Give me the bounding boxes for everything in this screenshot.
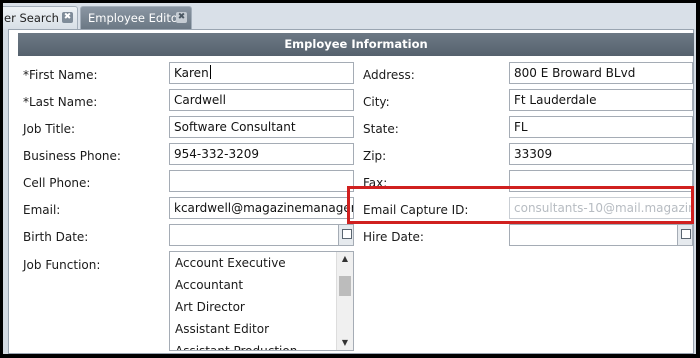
job-function-label: Job Function: <box>23 258 101 272</box>
tab-employee-search[interactable]: er Search ✖ <box>3 6 78 29</box>
state-label: State: <box>363 122 399 136</box>
first-name-input[interactable]: Karen <box>169 62 354 84</box>
job-title-input[interactable]: Software Consultant <box>169 116 354 138</box>
hire-date-input[interactable] <box>509 224 693 246</box>
business-phone-input[interactable]: 954-332-3209 <box>169 143 354 165</box>
list-item[interactable]: Assistant Editor <box>170 318 353 340</box>
tab-bar: er Search ✖ Employee Editor ✖ <box>3 3 696 29</box>
last-name-input[interactable]: Cardwell <box>169 89 354 111</box>
scroll-thumb[interactable] <box>339 276 351 296</box>
close-icon[interactable]: ✖ <box>176 12 187 23</box>
app-frame: er Search ✖ Employee Editor ✖ Employee I… <box>3 3 696 354</box>
tab-label: er Search <box>4 11 59 25</box>
cell-phone-input[interactable] <box>169 170 354 192</box>
birth-date-label: Birth Date: <box>23 230 89 244</box>
section-header: Employee Information <box>18 33 694 56</box>
address-label: Address: <box>363 68 415 82</box>
highlight-box <box>347 186 694 224</box>
close-icon[interactable]: ✖ <box>62 12 73 23</box>
address-input[interactable]: 800 E Broward BLvd <box>509 62 693 84</box>
zip-input[interactable]: 33309 <box>509 143 693 165</box>
email-input[interactable]: kcardwell@magazinemanager.com <box>169 197 354 219</box>
tab-label: Employee Editor <box>88 11 183 25</box>
list-item[interactable]: Accountant <box>170 274 353 296</box>
scroll-down-icon[interactable]: ▼ <box>337 336 353 350</box>
hire-date-label: Hire Date: <box>363 230 424 244</box>
city-input[interactable]: Ft Lauderdale <box>509 89 693 111</box>
scroll-up-icon[interactable]: ▲ <box>337 252 353 266</box>
list-item[interactable]: Account Executive <box>170 252 353 274</box>
employee-form-panel: Employee Information *First Name: Karen … <box>8 29 694 354</box>
email-label: Email: <box>23 203 61 217</box>
business-phone-label: Business Phone: <box>23 149 121 163</box>
calendar-icon[interactable] <box>338 225 353 245</box>
list-item[interactable]: Art Director <box>170 296 353 318</box>
cell-phone-label: Cell Phone: <box>23 176 91 190</box>
tab-employee-editor[interactable]: Employee Editor ✖ <box>80 6 192 29</box>
zip-label: Zip: <box>363 149 387 163</box>
birth-date-input[interactable] <box>169 224 354 246</box>
first-name-label: *First Name: <box>23 68 98 82</box>
state-input[interactable]: FL <box>509 116 693 138</box>
list-item[interactable]: Assistant Production <box>170 340 353 350</box>
city-label: City: <box>363 95 390 109</box>
listbox-scrollbar[interactable]: ▲ ▼ <box>336 252 353 350</box>
job-title-label: Job Title: <box>23 122 76 136</box>
job-function-listbox[interactable]: Account Executive Accountant Art Directo… <box>169 251 354 351</box>
calendar-icon[interactable] <box>677 225 692 245</box>
last-name-label: *Last Name: <box>23 95 98 109</box>
